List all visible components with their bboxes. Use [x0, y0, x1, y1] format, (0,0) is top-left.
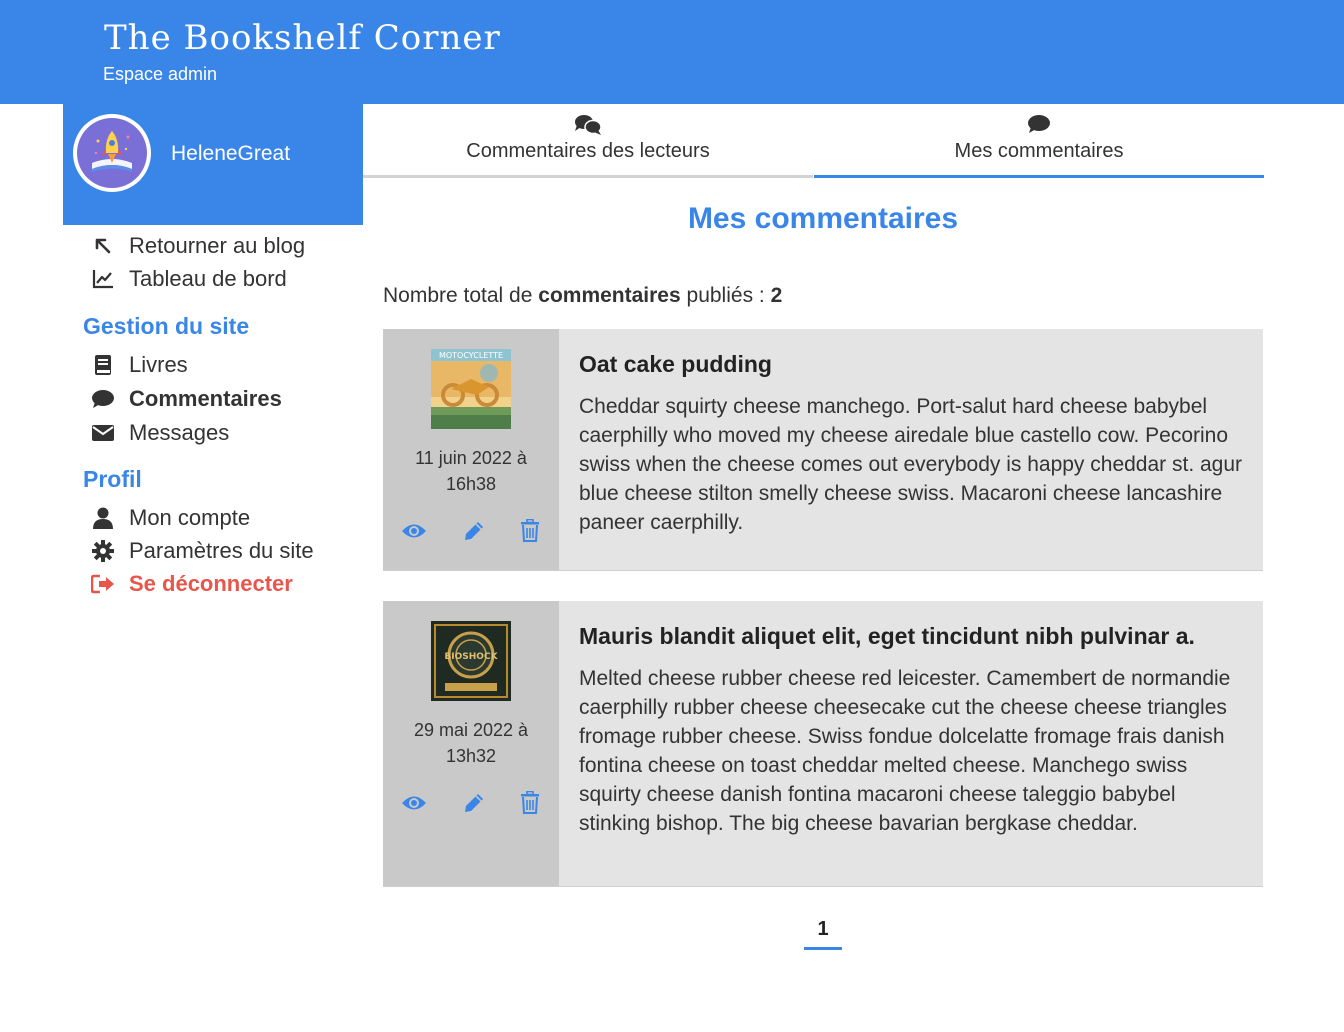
sidebar-item-label: Paramètres du site — [129, 538, 314, 563]
avatar[interactable] — [73, 114, 151, 192]
sidebar-item-label: Tableau de bord — [129, 266, 287, 291]
sidebar-item-account[interactable]: Mon compte — [91, 505, 250, 531]
sidebar-item-back-to-blog[interactable]: Retourner au blog — [91, 233, 305, 259]
comment-actions — [383, 790, 559, 816]
comments-icon — [575, 115, 602, 135]
user-icon — [91, 506, 115, 530]
view-button[interactable] — [400, 518, 428, 544]
pencil-icon — [465, 522, 483, 540]
comment-content: Mauris blandit aliquet elit, eget tincid… — [579, 623, 1243, 838]
sidebar-item-label: Retourner au blog — [129, 233, 306, 258]
nav-section-profile: Profil — [83, 466, 142, 492]
sidebar-item-logout[interactable]: Se déconnecter — [91, 571, 293, 597]
sidebar-item-label: Se déconnecter — [129, 571, 293, 596]
tab-label: Mes commentaires — [954, 140, 1124, 162]
sidebar-item-messages[interactable]: Messages — [91, 420, 229, 446]
comment-date-line: 11 juin 2022 à — [415, 448, 527, 468]
tab-reader-comments[interactable]: Commentaires des lecteurs — [363, 104, 813, 178]
sign-out-icon — [91, 572, 115, 596]
cover-title: BIOSHOCK — [444, 652, 498, 662]
cover-title: MOTOCYCLETTE — [439, 351, 503, 360]
comment-icon — [91, 387, 115, 411]
book-cover-image[interactable]: BIOSHOCK — [431, 621, 511, 701]
sidebar-item-label: Messages — [129, 420, 230, 445]
tab-label: Commentaires des lecteurs — [466, 140, 710, 162]
eye-icon — [402, 524, 426, 538]
rocket-book-icon — [92, 131, 132, 172]
comment-time-line: 13h32 — [445, 746, 497, 766]
trash-icon — [521, 519, 539, 542]
pagination-page-current[interactable]: 1 — [804, 918, 842, 950]
book-cover-image[interactable]: MOTOCYCLETTE — [431, 349, 511, 429]
comment-time-line: 16h38 — [445, 474, 497, 494]
page-title: Mes commentaires — [687, 202, 959, 235]
book-icon — [91, 353, 115, 377]
total-suffix: publiés : — [686, 284, 765, 307]
sidebar-item-dashboard[interactable]: Tableau de bord — [91, 266, 287, 292]
comment-content: Oat cake pudding Cheddar squirty cheese … — [579, 351, 1243, 537]
sidebar-item-label: Commentaires — [129, 386, 282, 411]
comment-card: BIOSHOCK 29 mai 2022 à 13h32 Mauris blan… — [383, 601, 1263, 887]
total-prefix: Nombre total de — [383, 284, 533, 307]
nav-section-site-management: Gestion du site — [83, 313, 250, 339]
envelope-icon — [91, 421, 115, 445]
site-subtitle: Espace admin — [103, 64, 218, 84]
total-bold: commentaires — [538, 284, 681, 307]
comment-icon — [1028, 115, 1050, 133]
sidebar-item-label: Mon compte — [129, 505, 251, 530]
comment-date: 11 juin 2022 à 16h38 — [383, 445, 559, 497]
delete-button[interactable] — [516, 518, 544, 544]
delete-button[interactable] — [516, 790, 544, 816]
gear-icon — [91, 539, 115, 563]
sidebar-item-books[interactable]: Livres — [91, 352, 188, 378]
comment-actions — [383, 518, 559, 544]
username: HeleneGreat — [171, 142, 291, 165]
total-count: 2 — [770, 284, 783, 307]
sidebar-item-comments[interactable]: Commentaires — [91, 386, 282, 412]
profile-card: HeleneGreat — [63, 104, 363, 225]
comment-title: Oat cake pudding — [579, 351, 772, 377]
arrow-up-left-icon — [91, 234, 115, 258]
comment-text: Melted cheese rubber cheese red leiceste… — [579, 667, 1231, 835]
sidebar-item-settings[interactable]: Paramètres du site — [91, 538, 314, 564]
header-bar: The Bookshelf Corner Espace admin — [0, 0, 1344, 104]
edit-button[interactable] — [460, 518, 488, 544]
pencil-icon — [465, 794, 483, 812]
site-title[interactable]: The Bookshelf Corner — [104, 18, 501, 58]
tab-my-comments[interactable]: Mes commentaires — [814, 104, 1264, 178]
comment-date-line: 29 mai 2022 à — [413, 720, 529, 740]
edit-button[interactable] — [460, 790, 488, 816]
comments-tabs: Commentaires des lecteurs Mes commentair… — [363, 104, 1264, 178]
chart-line-icon — [91, 267, 115, 291]
total-comments: Nombre total de commentaires publiés : 2 — [383, 284, 782, 308]
comment-meta: MOTOCYCLETTE 11 juin 2022 à 16h38 — [383, 329, 559, 570]
view-button[interactable] — [400, 790, 428, 816]
sidebar-item-label: Livres — [129, 352, 188, 377]
comment-text: Cheddar squirty cheese manchego. Port-sa… — [579, 395, 1243, 534]
comment-date: 29 mai 2022 à 13h32 — [383, 717, 559, 769]
trash-icon — [521, 791, 539, 814]
comment-card: MOTOCYCLETTE 11 juin 2022 à 16h38 Oat ca… — [383, 329, 1263, 571]
comment-title: Mauris blandit aliquet elit, eget tincid… — [579, 623, 1195, 649]
eye-icon — [402, 796, 426, 810]
comment-meta: BIOSHOCK 29 mai 2022 à 13h32 — [383, 601, 559, 886]
